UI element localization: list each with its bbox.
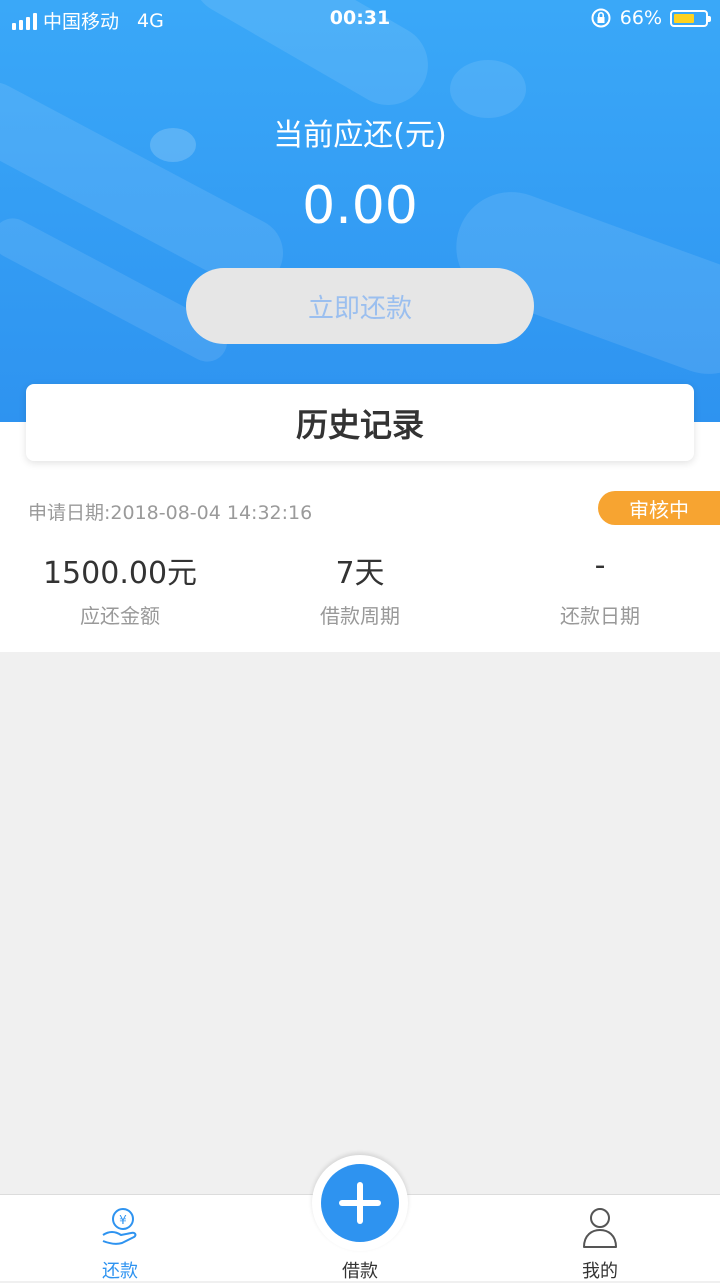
- tab-repay[interactable]: ¥ 还款: [0, 1195, 240, 1282]
- header-banner: 中国移动 4G 00:31 66% 当前应还(元) 0.00 立即还款: [0, 0, 720, 422]
- tab-mine-label: 我的: [582, 1261, 618, 1282]
- repay-now-button[interactable]: 立即还款: [186, 268, 534, 344]
- tab-mine[interactable]: 我的: [480, 1195, 720, 1282]
- status-badge: 审核中: [598, 491, 720, 525]
- apply-date: 申请日期:2018-08-04 14:32:16: [28, 502, 313, 524]
- current-due-title: 当前应还(元): [273, 118, 447, 153]
- repay-date-column: - 还款日期: [480, 548, 720, 629]
- user-icon: [583, 1208, 617, 1248]
- repay-hand-icon: ¥: [102, 1208, 137, 1245]
- tab-repay-label: 还款: [102, 1261, 138, 1282]
- period-column: 7天 借款周期: [240, 548, 480, 629]
- amount-column: 1500.00元 应还金额: [0, 548, 240, 629]
- loan-period-value: 7天: [335, 556, 385, 591]
- plus-icon: [339, 1182, 381, 1224]
- status-bar: 中国移动 4G 00:31 66%: [0, 0, 720, 38]
- lock-rotation-icon: [591, 8, 611, 28]
- current-due-amount: 0.00: [302, 176, 418, 236]
- repay-date-value: -: [594, 548, 606, 583]
- tab-borrow-label: 借款: [342, 1261, 378, 1282]
- list-item[interactable]: 申请日期:2018-08-04 14:32:16 审核中 1500.00元 应还…: [0, 470, 720, 652]
- history-header: 历史记录: [26, 384, 694, 461]
- battery-icon: [670, 9, 711, 27]
- due-amount-value: 1500.00元: [42, 556, 198, 591]
- due-amount-label: 应还金额: [80, 604, 160, 628]
- svg-text:¥: ¥: [119, 1213, 127, 1227]
- borrow-fab[interactable]: [312, 1155, 408, 1251]
- plus-button[interactable]: [321, 1164, 399, 1242]
- battery-percent: 66%: [619, 7, 662, 29]
- loan-period-label: 借款周期: [320, 604, 400, 628]
- repay-date-label: 还款日期: [560, 604, 640, 628]
